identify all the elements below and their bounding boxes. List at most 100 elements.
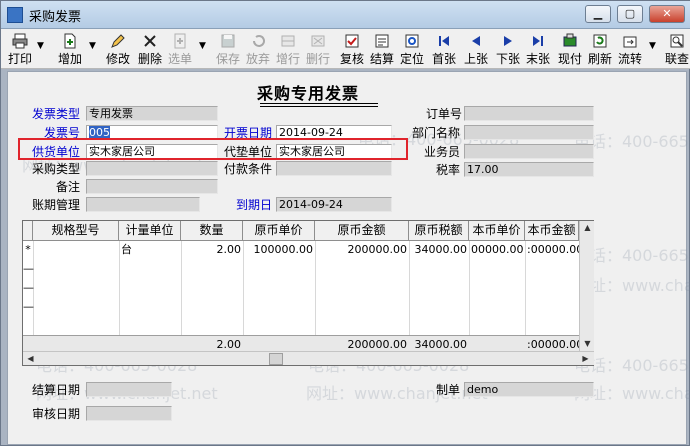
locate-icon: [405, 34, 419, 48]
settle-date-field[interactable]: [86, 382, 172, 397]
account-mgmt-label: 账期管理: [32, 198, 81, 212]
cell-amount[interactable]: 200000.00: [315, 241, 409, 260]
delete-row-button[interactable]: 删行: [303, 30, 333, 68]
grid-corner: [23, 221, 33, 241]
refresh-button[interactable]: 刷新: [585, 30, 615, 68]
next-label: 下张: [495, 52, 520, 66]
maker-field[interactable]: demo: [464, 382, 594, 397]
choose-dropdown-icon[interactable]: ▼: [199, 41, 206, 51]
window-title: 采购发票: [29, 10, 82, 25]
order-no-field[interactable]: [464, 106, 594, 121]
edit-button[interactable]: 修改: [103, 30, 133, 68]
abandon-label: 放弃: [245, 52, 270, 66]
clerk-field[interactable]: [464, 144, 594, 159]
pencil-icon: [111, 34, 125, 48]
choose-label: 选单: [167, 52, 192, 66]
cell-spec[interactable]: [33, 241, 119, 260]
add-row-button[interactable]: 增行: [273, 30, 303, 68]
row-marker: —: [23, 300, 34, 313]
table-row[interactable]: —: [23, 298, 579, 317]
tax-rate-field[interactable]: 17.00: [464, 162, 594, 177]
scroll-thumb[interactable]: [269, 353, 283, 365]
cell-price[interactable]: 100000.00: [243, 241, 315, 260]
col-qty[interactable]: 数量: [181, 221, 243, 241]
refresh-icon: [593, 34, 607, 48]
first-button[interactable]: 首张: [429, 30, 459, 68]
account-mgmt-field[interactable]: [86, 197, 200, 212]
horizontal-scrollbar[interactable]: ◀ ▶: [23, 351, 594, 365]
flow-label: 流转: [617, 52, 642, 66]
scroll-down-icon[interactable]: ▼: [580, 337, 595, 351]
scroll-up-icon[interactable]: ▲: [580, 221, 595, 235]
purchase-type-label: 采购类型: [32, 162, 81, 176]
stock-icon: [563, 33, 577, 47]
table-row[interactable]: * 台 2.00 100000.00 200000.00 34000.00 00…: [23, 241, 579, 260]
review-date-field[interactable]: [86, 406, 172, 421]
stock-button[interactable]: 现付: [555, 30, 585, 68]
last-button[interactable]: 末张: [523, 30, 553, 68]
purchase-type-field[interactable]: [86, 161, 218, 176]
col-local-amount[interactable]: 本币金额: [525, 221, 579, 241]
minimize-button[interactable]: ▁: [585, 5, 611, 23]
cell-tax[interactable]: 34000.00: [409, 241, 469, 260]
print-button[interactable]: 打印: [5, 30, 35, 68]
table-row[interactable]: —: [23, 260, 579, 279]
payment-terms-label: 付款条件: [224, 162, 273, 176]
flow-icon: [623, 36, 637, 48]
remark-field[interactable]: [86, 179, 218, 194]
locate-label: 定位: [399, 52, 424, 66]
delete-row-label: 删行: [305, 52, 330, 66]
col-tax[interactable]: 原币税额: [409, 221, 469, 241]
cell-local-price[interactable]: 00000.00: [469, 241, 525, 260]
locate-button[interactable]: 定位: [397, 30, 427, 68]
next-button[interactable]: 下张: [493, 30, 523, 68]
title-underline: [260, 103, 378, 104]
save-button[interactable]: 保存: [213, 30, 243, 68]
prev-button[interactable]: 上张: [461, 30, 491, 68]
scroll-right-icon[interactable]: ▶: [578, 352, 593, 366]
print-dropdown-icon[interactable]: ▼: [37, 41, 44, 51]
remark-label: 备注: [56, 180, 81, 194]
due-date-field[interactable]: 2014-09-24: [276, 197, 392, 212]
maker-label: 制单: [436, 383, 461, 397]
add-label: 增加: [57, 52, 82, 66]
detail-grid[interactable]: 规格型号 计量单位 数量 原币单价 原币金额 原币税额 本币单价 本币金额 * …: [22, 220, 594, 366]
cell-unit[interactable]: 台: [119, 241, 181, 260]
add-row-label: 增行: [275, 52, 300, 66]
choose-button[interactable]: 选单: [165, 30, 195, 68]
cell-local-amount[interactable]: :00000.00: [525, 241, 579, 260]
add-dropdown-icon[interactable]: ▼: [89, 41, 96, 51]
col-local-price[interactable]: 本币单价: [469, 221, 525, 241]
dept-field[interactable]: [464, 125, 594, 140]
review-button[interactable]: 复核: [337, 30, 367, 68]
col-unit[interactable]: 计量单位: [119, 221, 181, 241]
flow-dropdown-icon[interactable]: ▼: [649, 41, 656, 51]
table-row[interactable]: —: [23, 279, 579, 298]
scroll-left-icon[interactable]: ◀: [23, 352, 38, 366]
row-marker: *: [25, 243, 31, 256]
add-button[interactable]: 增加: [55, 30, 85, 68]
print-label: 打印: [7, 52, 32, 66]
invoice-type-field[interactable]: 专用发票: [86, 106, 218, 121]
link-button[interactable]: 联查: [663, 30, 690, 68]
settle-button[interactable]: 结算: [367, 30, 397, 68]
col-spec[interactable]: 规格型号: [33, 221, 119, 241]
title-bar: 采购发票 ▁ ▢ ✕: [1, 1, 690, 29]
payment-terms-field[interactable]: [276, 161, 392, 176]
refresh-label: 刷新: [587, 52, 612, 66]
col-amount[interactable]: 原币金额: [315, 221, 409, 241]
edit-label: 修改: [105, 52, 130, 66]
vertical-scrollbar[interactable]: ▲ ▼: [579, 221, 594, 353]
abandon-button[interactable]: 放弃: [243, 30, 273, 68]
dept-label: 部门名称: [412, 126, 461, 140]
delete-button[interactable]: 删除: [135, 30, 165, 68]
last-label: 末张: [525, 52, 550, 66]
settle-date-label: 结算日期: [32, 383, 81, 397]
col-price[interactable]: 原币单价: [243, 221, 315, 241]
link-icon: [670, 34, 684, 48]
maximize-button[interactable]: ▢: [617, 5, 643, 23]
flow-button[interactable]: 流转: [615, 30, 645, 68]
review-label: 复核: [339, 52, 364, 66]
cell-qty[interactable]: 2.00: [181, 241, 243, 260]
close-button[interactable]: ✕: [649, 5, 685, 23]
